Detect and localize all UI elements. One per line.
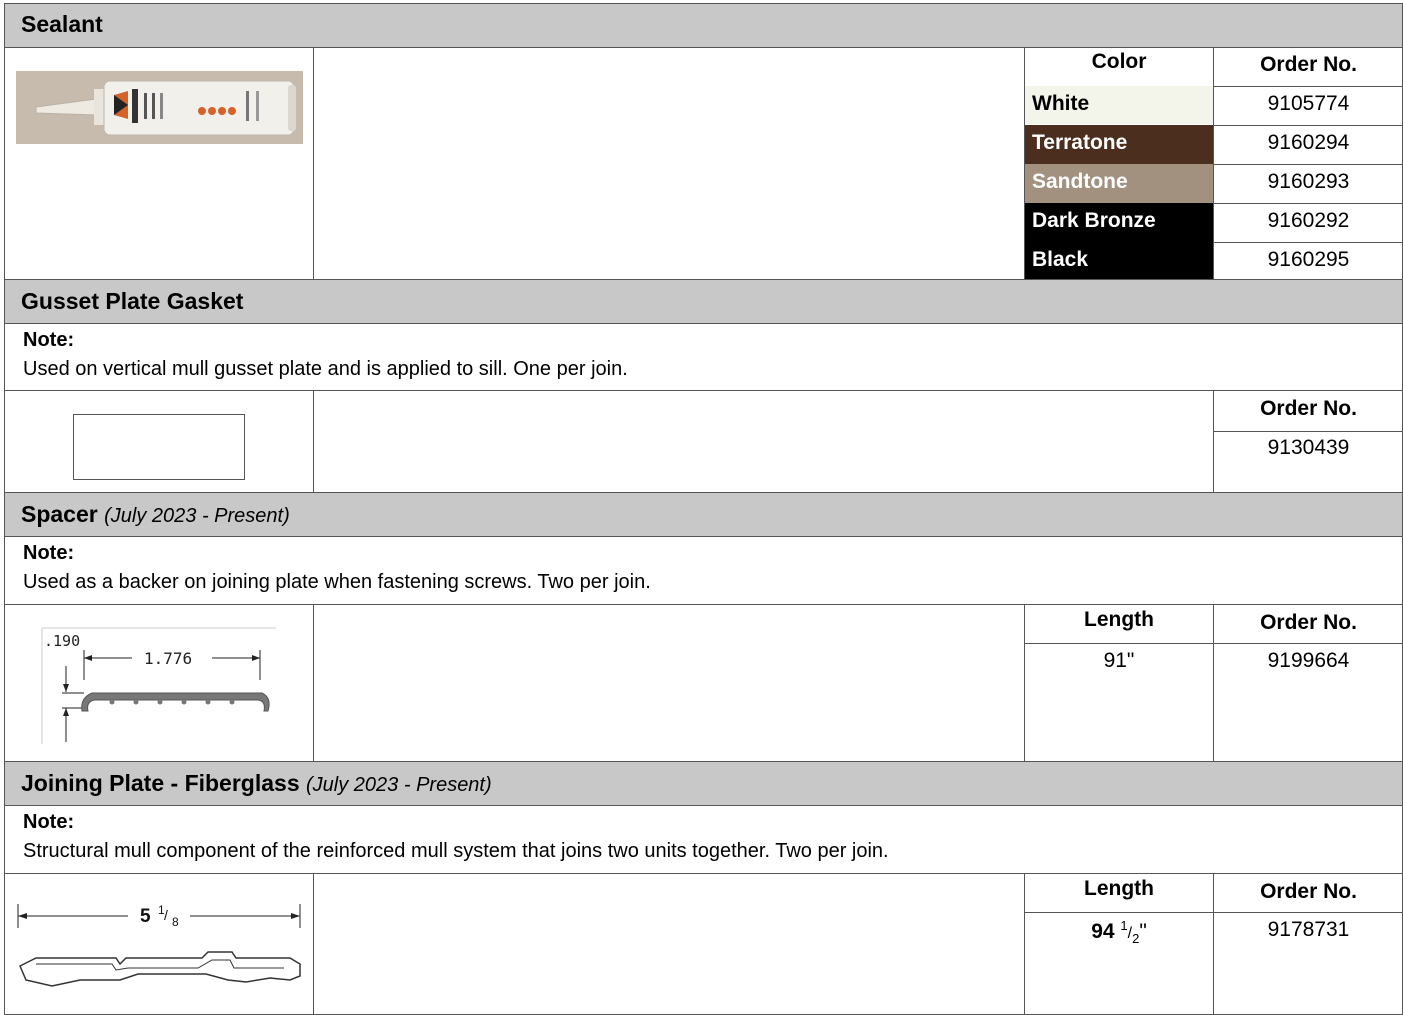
joining-note-label: Note:	[23, 811, 75, 833]
color-swatch-black: Black	[1025, 242, 1213, 280]
gasket-note-text: Used on vertical mull gusset plate and i…	[23, 358, 628, 380]
spacer-dim-width: 1.776	[144, 649, 192, 668]
spacer-note: Note: Used as a backer on joining plate …	[4, 536, 1403, 605]
gasket-order-header: Order No.	[1260, 397, 1357, 420]
sealant-order-header: Order No.	[1260, 53, 1357, 76]
sealant-tube-icon	[16, 71, 303, 144]
joining-note: Note: Structural mull component of the r…	[4, 805, 1403, 874]
color-swatch-dark-bronze: Dark Bronze	[1025, 203, 1213, 242]
joining-date: (July 2023 - Present)	[306, 774, 492, 796]
joining-title: Joining Plate - Fiberglass	[21, 770, 300, 796]
color-swatch-white: White	[1025, 86, 1213, 124]
joining-note-text: Structural mull component of the reinfor…	[23, 840, 889, 862]
gasket-order-no: 9130439	[1267, 436, 1350, 459]
color-swatch-terratone: Terratone	[1025, 125, 1213, 164]
spacer-date: (July 2023 - Present)	[104, 505, 290, 527]
joining-dim-whole: 5	[140, 906, 151, 927]
gasket-title: Gusset Plate Gasket	[21, 288, 244, 314]
spacer-length: 91"	[1103, 649, 1135, 672]
joining-order-header: Order No.	[1260, 880, 1357, 903]
joining-dim-den: 8	[172, 915, 179, 929]
order-no-dark-bronze: 9160292	[1267, 209, 1350, 232]
gasket-note: Note: Used on vertical mull gusset plate…	[4, 323, 1403, 391]
spacer-dim-height: .190	[44, 632, 80, 650]
gasket-image	[73, 414, 245, 480]
joining-length-num: 1	[1120, 918, 1128, 933]
joining-length-unit: "	[1139, 920, 1147, 943]
gasket-header: Gusset Plate Gasket	[4, 279, 1403, 324]
spacer-order-header: Order No.	[1260, 611, 1357, 634]
spacer-profile-drawing: .190 1.776	[40, 626, 280, 748]
sealant-title: Sealant	[21, 11, 103, 37]
order-no-terratone: 9160294	[1267, 131, 1350, 154]
order-no-white: 9105774	[1267, 92, 1350, 115]
sealant-header: Sealant	[4, 3, 1403, 48]
sealant-color-header: Color	[1091, 50, 1147, 73]
joining-length: 94 1/2"	[1091, 918, 1147, 947]
spacer-title: Spacer	[21, 501, 98, 527]
spacer-header: Spacer (July 2023 - Present)	[4, 492, 1403, 537]
joining-length-header: Length	[1084, 877, 1154, 900]
sealant-tube-image	[16, 71, 303, 144]
svg-text:/: /	[164, 907, 168, 923]
joining-order-no: 9178731	[1267, 918, 1350, 941]
joining-length-whole: 94	[1091, 920, 1115, 943]
order-no-sandtone: 9160293	[1267, 170, 1350, 193]
spacer-profile-icon: .190 1.776	[41, 627, 276, 744]
joining-profile-icon: 5 1 / 8	[17, 903, 301, 987]
joining-profile-drawing: 5 1 / 8	[16, 898, 306, 998]
color-swatch-sandtone: Sandtone	[1025, 164, 1213, 203]
order-no-black: 9160295	[1267, 248, 1350, 271]
spacer-note-text: Used as a backer on joining plate when f…	[23, 571, 651, 593]
spacer-note-label: Note:	[23, 542, 75, 564]
joining-header: Joining Plate - Fiberglass (July 2023 - …	[4, 761, 1403, 806]
spacer-order-no: 9199664	[1267, 649, 1350, 672]
spacer-length-header: Length	[1084, 608, 1154, 631]
gasket-note-label: Note:	[23, 329, 75, 351]
